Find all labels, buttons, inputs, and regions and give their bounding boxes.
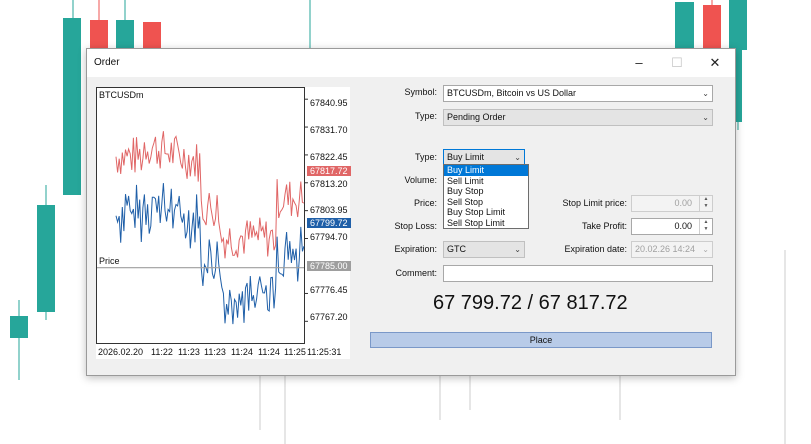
price-tick-label: 67813.20 <box>310 179 348 189</box>
time-tick-label: 11:24 <box>258 347 280 357</box>
chart-symbol-label: BTCUSDm <box>99 90 144 100</box>
order-type-dropdown: Buy Limit Sell Limit Buy Stop Sell Stop … <box>443 164 529 229</box>
time-tick-label: 11:25 <box>284 347 306 357</box>
expiration-value: GTC <box>447 244 466 254</box>
time-tick-label: 11:25:31 <box>307 347 342 357</box>
expiration-date-input: 20.02.26 14:24 ⌄ <box>631 241 713 258</box>
chevron-down-icon: ⌄ <box>702 113 709 122</box>
order-dialog: Order – ☐ ✕ BTCUSDm Price 67840.95 67831… <box>86 48 736 376</box>
order-type-label: Type: <box>414 152 437 162</box>
candle <box>143 22 161 50</box>
stop-limit-price-input: 0.00 ▲ ▼ <box>631 195 713 212</box>
candle <box>675 2 694 50</box>
time-tick-label: 11:23 <box>178 347 200 357</box>
candle <box>63 18 81 195</box>
minimize-button[interactable]: – <box>627 53 651 73</box>
bid-price-badge: 67799.72 <box>307 218 351 228</box>
price-tick-label: 67776.45 <box>310 285 348 295</box>
price-tick-label: 67831.70 <box>310 125 348 135</box>
price-line-badge: 67785.00 <box>307 261 351 271</box>
price-tick-label: 67767.20 <box>310 312 348 322</box>
execution-type-value: Pending Order <box>447 112 506 122</box>
plot-frame <box>96 87 305 344</box>
comment-label: Comment: <box>395 268 437 278</box>
option-sell-limit[interactable]: Sell Limit <box>444 176 528 187</box>
option-buy-stop-limit[interactable]: Buy Stop Limit <box>444 207 528 218</box>
type-label: Type: <box>414 111 437 121</box>
price-line-label: Price <box>99 256 120 266</box>
take-profit-label: Take Profit: <box>581 221 627 231</box>
price-tick-label: 67794.70 <box>310 232 348 242</box>
price-tick-label: 67840.95 <box>310 98 348 108</box>
time-tick-label: 11:24 <box>231 347 253 357</box>
time-tick-label: 11:22 <box>151 347 173 357</box>
stop-limit-price-value: 0.00 <box>674 198 692 208</box>
maximize-button: ☐ <box>671 55 683 70</box>
bid-ask-display: 67 799.72 / 67 817.72 <box>433 292 628 314</box>
time-tick-label: 2026.02.20 <box>98 347 144 357</box>
symbol-select[interactable]: BTCUSDm, Bitcoin vs US Dollar ⌄ <box>443 85 713 102</box>
price-label: Price: <box>413 198 437 208</box>
price-tick-label: 67803.95 <box>310 205 348 215</box>
option-buy-limit[interactable]: Buy Limit <box>444 165 528 176</box>
tick-chart: BTCUSDm Price 67840.95 67831.70 67822.45… <box>96 87 351 359</box>
stop-limit-spinner: ▲ ▼ <box>699 196 712 211</box>
expiration-date-value: 20.02.26 14:24 <box>635 244 696 254</box>
expiration-label: Expiration: <box>394 244 437 254</box>
place-button[interactable]: Place <box>370 332 712 348</box>
ask-price-badge: 67817.72 <box>307 166 351 176</box>
chevron-down-icon: ⌄ <box>514 153 521 162</box>
execution-type-select[interactable]: Pending Order ⌄ <box>443 109 713 126</box>
title-bar: Order – ☐ ✕ <box>87 49 735 77</box>
option-sell-stop-limit[interactable]: Sell Stop Limit <box>444 218 528 229</box>
candle <box>10 316 28 338</box>
candle <box>703 5 721 50</box>
symbol-label: Symbol: <box>404 87 437 97</box>
order-type-value: Buy Limit <box>447 152 485 162</box>
take-profit-value: 0.00 <box>674 221 692 231</box>
dialog-title: Order <box>94 57 120 68</box>
expiration-date-label: Expiration date: <box>564 244 627 254</box>
price-tick-label: 67822.45 <box>310 152 348 162</box>
take-profit-input[interactable]: 0.00 ▲ ▼ <box>631 218 713 235</box>
candle <box>729 0 747 50</box>
time-tick-label: 11:23 <box>204 347 226 357</box>
stop-limit-price-label: Stop Limit price: <box>562 198 627 208</box>
expiration-select[interactable]: GTC ⌄ <box>443 241 525 258</box>
comment-input[interactable] <box>443 265 713 282</box>
chevron-down-icon: ⌄ <box>702 89 709 98</box>
close-button[interactable]: ✕ <box>703 53 727 73</box>
candle <box>90 20 108 50</box>
option-sell-stop[interactable]: Sell Stop <box>444 197 528 208</box>
option-buy-stop[interactable]: Buy Stop <box>444 186 528 197</box>
chevron-down-icon: ⌄ <box>514 245 521 254</box>
chevron-down-icon: ⌄ <box>702 245 709 254</box>
candle <box>116 20 134 50</box>
symbol-value: BTCUSDm, Bitcoin vs US Dollar <box>447 88 577 98</box>
stop-loss-label: Stop Loss: <box>394 221 437 231</box>
candle <box>37 205 55 312</box>
volume-label: Volume: <box>404 175 437 185</box>
take-profit-spinner[interactable]: ▲ ▼ <box>699 219 712 234</box>
